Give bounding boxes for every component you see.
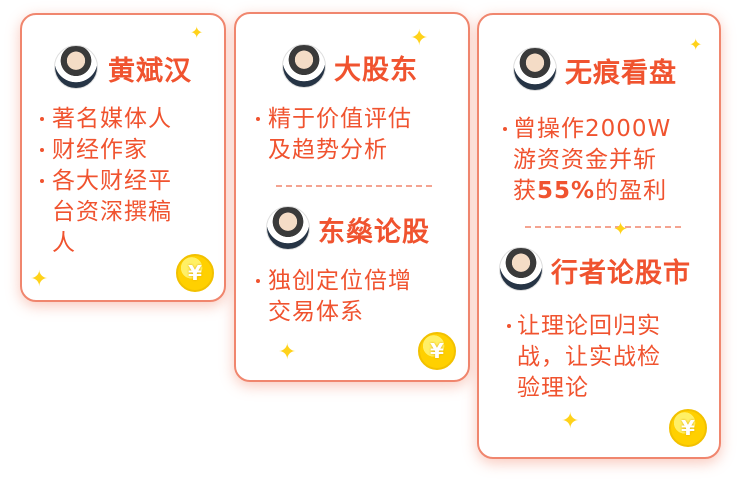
yuan-coin-icon: ¥ — [669, 409, 707, 447]
profile-line: 独创定位倍增 — [268, 268, 412, 294]
avatar — [54, 45, 98, 89]
profile-line-text: 的盈利 — [595, 178, 668, 204]
profile-line: 著名媒体人 — [52, 106, 172, 132]
bullet-dot — [507, 324, 511, 328]
yuan-coin-icon: ¥ — [176, 254, 214, 292]
sparkle-icon: ✦ — [561, 409, 580, 434]
profile-line: 游资资金并斩 — [513, 147, 657, 173]
profile-name: 东燊论股 — [318, 217, 430, 248]
profile-line: 让理论回归实 — [517, 313, 661, 339]
profit-highlight: 55% — [537, 178, 596, 204]
bullet-dot — [256, 279, 260, 283]
sparkle-icon: ✦ — [689, 35, 703, 54]
sparkle-icon: ✦ — [190, 23, 204, 42]
profile-line-text: 获 — [513, 178, 537, 204]
profile-name: 黄斌汉 — [108, 56, 192, 87]
profile-line: 台资深撰稿 — [52, 199, 172, 225]
profile-line: 人 — [52, 230, 76, 256]
profile-line: 及趋势分析 — [268, 137, 388, 163]
profile-line: 验理论 — [517, 375, 589, 401]
profile-name: 无痕看盘 — [565, 58, 677, 89]
sparkle-icon: ✦ — [613, 219, 629, 240]
sparkle-icon: ✦ — [30, 267, 49, 292]
bullet-dot — [40, 179, 44, 183]
sparkle-icon: ✦ — [410, 26, 429, 51]
profile-card-2[interactable]: 大股东 精于价值评估 及趋势分析 东燊论股 独创定位倍增 交易体系 ¥ ✦ ✦ — [234, 12, 470, 382]
bullet-dot — [40, 117, 44, 121]
profile-name: 大股东 — [334, 55, 418, 86]
profile-name: 行者论股市 — [551, 258, 691, 289]
avatar — [282, 44, 326, 88]
yuan-coin-icon: ¥ — [418, 332, 456, 370]
profile-line: 财经作家 — [52, 137, 148, 163]
profile-card-3[interactable]: 无痕看盘 曾操作2000W 游资资金并斩 获55%的盈利 行者论股市 让理论回归… — [477, 13, 721, 459]
section-divider — [525, 226, 681, 228]
profile-line: 战，让实战检 — [517, 344, 661, 370]
profile-line: 各大财经平 — [52, 168, 172, 194]
avatar — [266, 206, 310, 250]
profile-line: 获55%的盈利 — [513, 176, 667, 207]
avatar — [499, 247, 543, 291]
profile-line: 精于价值评估 — [268, 106, 412, 132]
profile-card-1[interactable]: 黄斌汉 著名媒体人 财经作家 各大财经平 台资深撰稿 人 ¥ ✦ ✦ — [20, 13, 226, 302]
bullet-dot — [40, 148, 44, 152]
section-divider — [276, 185, 432, 187]
avatar — [513, 47, 557, 91]
sparkle-icon: ✦ — [278, 340, 297, 365]
bullet-dot — [256, 117, 260, 121]
profile-line: 交易体系 — [268, 299, 364, 325]
bullet-dot — [503, 127, 507, 131]
profile-line: 曾操作2000W — [513, 116, 672, 142]
